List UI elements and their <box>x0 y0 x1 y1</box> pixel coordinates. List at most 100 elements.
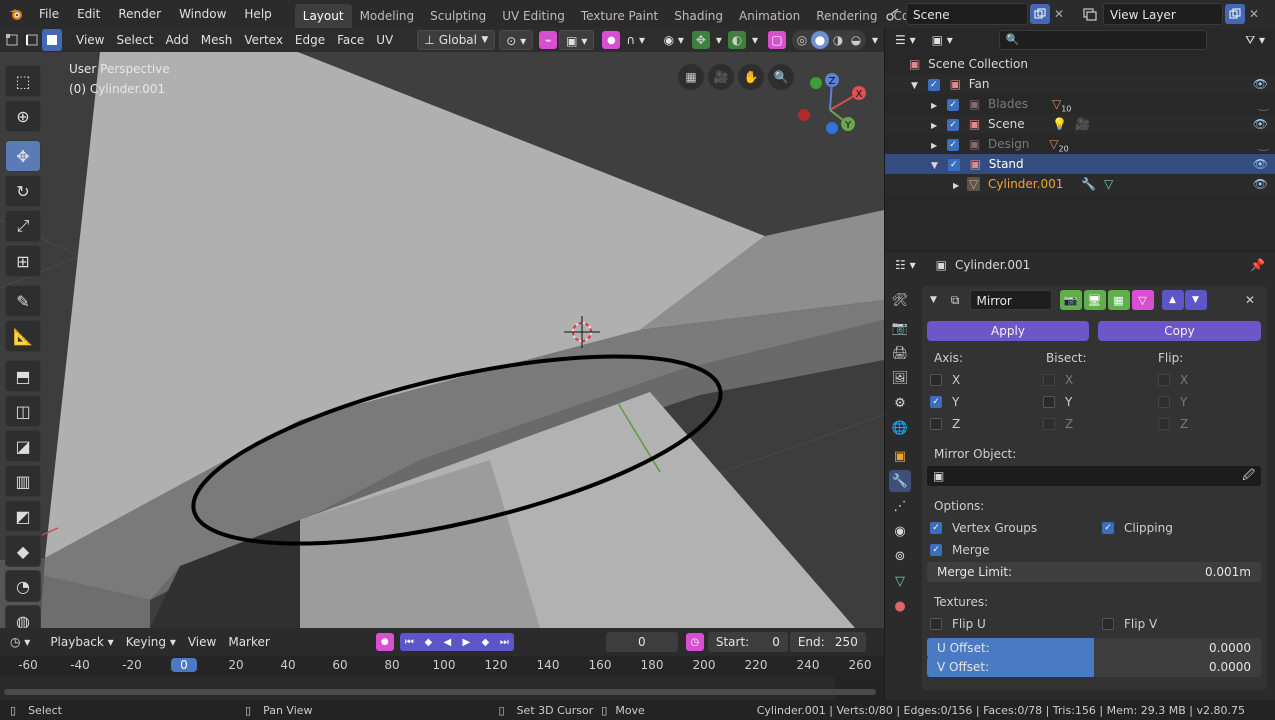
move-up-icon[interactable]: ▲ <box>1161 290 1184 310</box>
rendered-shading-icon[interactable]: ◒ <box>847 31 865 49</box>
outliner-row-stand[interactable]: ▼ ✓ ▣ Stand 👁 <box>885 154 1275 174</box>
disclosure-triangle-icon[interactable]: ▶ <box>931 141 937 150</box>
flip-x-checkbox[interactable]: X <box>1158 373 1188 387</box>
menu-file[interactable]: File <box>30 0 68 28</box>
select-mode-face-icon[interactable] <box>42 29 62 51</box>
blender-logo-icon[interactable] <box>2 3 30 25</box>
menu-render[interactable]: Render <box>109 0 170 28</box>
pin-icon[interactable]: 📌 <box>1250 258 1265 272</box>
world-tab-icon[interactable]: 🌐 <box>889 417 911 439</box>
copy-button[interactable]: Copy <box>1098 321 1261 341</box>
menu-help[interactable]: Help <box>235 0 280 28</box>
hidden-eye-icon[interactable]: ‿ <box>1258 134 1268 154</box>
move-down-icon[interactable]: ▼ <box>1184 290 1207 310</box>
poly-build-tool-icon[interactable]: ◆ <box>5 535 41 567</box>
spin-tool-icon[interactable]: ◔ <box>5 570 41 602</box>
pivot-point-dropdown[interactable]: ⊙ ▾ <box>499 30 534 50</box>
new-view-layer-icon[interactable] <box>1225 4 1245 24</box>
tab-animation[interactable]: Animation <box>731 4 808 28</box>
remove-modifier-icon[interactable]: ✕ <box>1241 289 1259 311</box>
jump-end-icon[interactable]: ⏭ <box>495 633 514 651</box>
scene-tab-icon[interactable]: ⚙ <box>889 392 911 414</box>
show-in-editmode-icon[interactable]: ▦ <box>1107 290 1130 310</box>
flip-v-checkbox[interactable]: Flip V <box>1102 617 1157 631</box>
view-layer-tab-icon[interactable]: 🖼 <box>889 367 911 389</box>
bevel-tool-icon[interactable]: ◪ <box>5 430 41 462</box>
outliner-row-fan[interactable]: ▼ ✓ ▣ Fan 👁 <box>885 74 1275 94</box>
exclude-checkbox[interactable]: ✓ <box>946 118 959 131</box>
visibility-dropdown[interactable]: ◉ ▾ <box>658 30 690 50</box>
mirror-object-field[interactable]: ▣ 🖉 <box>927 466 1261 486</box>
axis-y-checkbox[interactable]: ✓ Y <box>930 395 959 409</box>
proportional-edit-icon[interactable]: ● <box>602 31 621 49</box>
outliner-row-cylinder[interactable]: ▶ ▽ Cylinder.001 🔧 ▽ 👁 <box>885 174 1275 194</box>
outliner-row-design[interactable]: ▶ ✓ ▣ Design ▽20 ‿ <box>885 134 1275 154</box>
play-icon[interactable]: ▶ <box>457 633 476 651</box>
smooth-tool-icon[interactable]: ◍ <box>5 605 41 628</box>
viewport-menu-vertex[interactable]: Vertex <box>238 30 289 50</box>
select-mode-vertex-icon[interactable] <box>2 29 22 51</box>
timeline-menu-keying[interactable]: Keying ▾ <box>120 632 182 652</box>
transform-orientation-dropdown[interactable]: ⊥ Global ▼ <box>417 30 496 50</box>
physics-tab-icon[interactable]: ◉ <box>889 520 911 542</box>
prev-keyframe-icon[interactable]: ◆ <box>419 633 438 651</box>
show-in-render-icon[interactable]: 📷 <box>1059 290 1082 310</box>
camera-view-icon[interactable]: 🎥 <box>708 64 734 90</box>
inset-tool-icon[interactable]: ◫ <box>5 395 41 427</box>
scene-icon[interactable] <box>880 3 906 25</box>
gizmo-toggle-icon[interactable]: ✥ <box>691 31 710 49</box>
disclosure-triangle-icon[interactable]: ▼ <box>911 81 918 91</box>
timeline-scrollbar[interactable] <box>4 689 876 695</box>
viewport-menu-select[interactable]: Select <box>110 30 159 50</box>
timeline-ruler[interactable]: -60 -40 -20 0 20 40 60 80 100 120 140 160 180 200 220 2… <box>0 656 884 676</box>
outliner-row-scene-collection[interactable]: ▣ Scene Collection <box>885 54 1275 74</box>
timeline-menu-playback[interactable]: Playback ▾ <box>44 632 119 652</box>
tab-rendering[interactable]: Rendering <box>808 4 885 28</box>
shading-dropdown[interactable]: ▾ <box>866 30 884 50</box>
exclude-checkbox[interactable]: ✓ <box>927 78 940 91</box>
playhead[interactable]: 0 <box>171 658 197 672</box>
scale-tool-icon[interactable]: ⤢ <box>5 210 41 242</box>
axis-x-checkbox[interactable]: X <box>930 373 960 387</box>
new-scene-icon[interactable] <box>1030 4 1050 24</box>
scene-name-field[interactable]: Scene <box>906 3 1028 25</box>
transform-tool-icon[interactable]: ⊞ <box>5 245 41 277</box>
flip-z-checkbox[interactable]: Z <box>1158 417 1188 431</box>
hidden-eye-icon[interactable]: ‿ <box>1258 94 1268 114</box>
delete-view-layer-icon[interactable]: ✕ <box>1245 3 1263 25</box>
outliner-row-blades[interactable]: ▶ ✓ ▣ Blades ▽10 ‿ <box>885 94 1275 114</box>
viewport-3d[interactable]: User Perspective (0) Cylinder.001 ⬚ ⊕ ✥ … <box>0 52 884 628</box>
clipping-checkbox[interactable]: ✓ Clipping <box>1102 521 1173 535</box>
delete-scene-icon[interactable]: ✕ <box>1050 3 1068 25</box>
loop-cut-tool-icon[interactable]: ▥ <box>5 465 41 497</box>
annotate-tool-icon[interactable]: ✎ <box>5 285 41 317</box>
solid-shading-icon[interactable]: ● <box>810 31 829 49</box>
eyedropper-icon[interactable]: 🖉 <box>1242 466 1255 487</box>
v-offset-slider[interactable]: V Offset: 0.0000 <box>927 657 1261 677</box>
zoom-icon[interactable]: 🔍 <box>768 64 794 90</box>
rotate-tool-icon[interactable]: ↻ <box>5 175 41 207</box>
disclosure-triangle-icon[interactable]: ▶ <box>931 101 937 110</box>
bisect-z-checkbox[interactable]: Z <box>1043 417 1073 431</box>
editor-type-dropdown[interactable]: ◷ ▾ <box>4 632 36 652</box>
object-tab-icon[interactable]: ▣ <box>889 445 911 467</box>
toggle-camera-ortho-icon[interactable]: ▦ <box>678 64 704 90</box>
tab-modeling[interactable]: Modeling <box>352 4 423 28</box>
render-tab-icon[interactable]: 📷 <box>889 317 911 339</box>
show-on-cage-icon[interactable]: ▽ <box>1131 290 1154 310</box>
disclosure-triangle-icon[interactable]: ▶ <box>931 121 937 130</box>
next-keyframe-icon[interactable]: ◆ <box>476 633 495 651</box>
measure-tool-icon[interactable]: 📐 <box>5 320 41 352</box>
outliner-search-input[interactable]: 🔍 <box>998 30 1207 50</box>
end-frame-field[interactable]: End: 250 <box>789 632 866 652</box>
navigation-gizmo[interactable]: Z X Y <box>795 70 875 150</box>
menu-window[interactable]: Window <box>170 0 235 28</box>
vertex-groups-checkbox[interactable]: ✓ Vertex Groups <box>930 521 1037 535</box>
particles-tab-icon[interactable]: ⋰ <box>889 495 911 517</box>
start-frame-field[interactable]: Start: 0 <box>707 632 788 652</box>
tab-uv-editing[interactable]: UV Editing <box>494 4 573 28</box>
outliner-editor-type-dropdown[interactable]: ☰ ▾ <box>889 30 922 50</box>
play-reverse-icon[interactable]: ◀ <box>438 633 457 651</box>
viewport-menu-add[interactable]: Add <box>160 30 195 50</box>
preview-range-icon[interactable]: ◷ <box>685 633 704 651</box>
